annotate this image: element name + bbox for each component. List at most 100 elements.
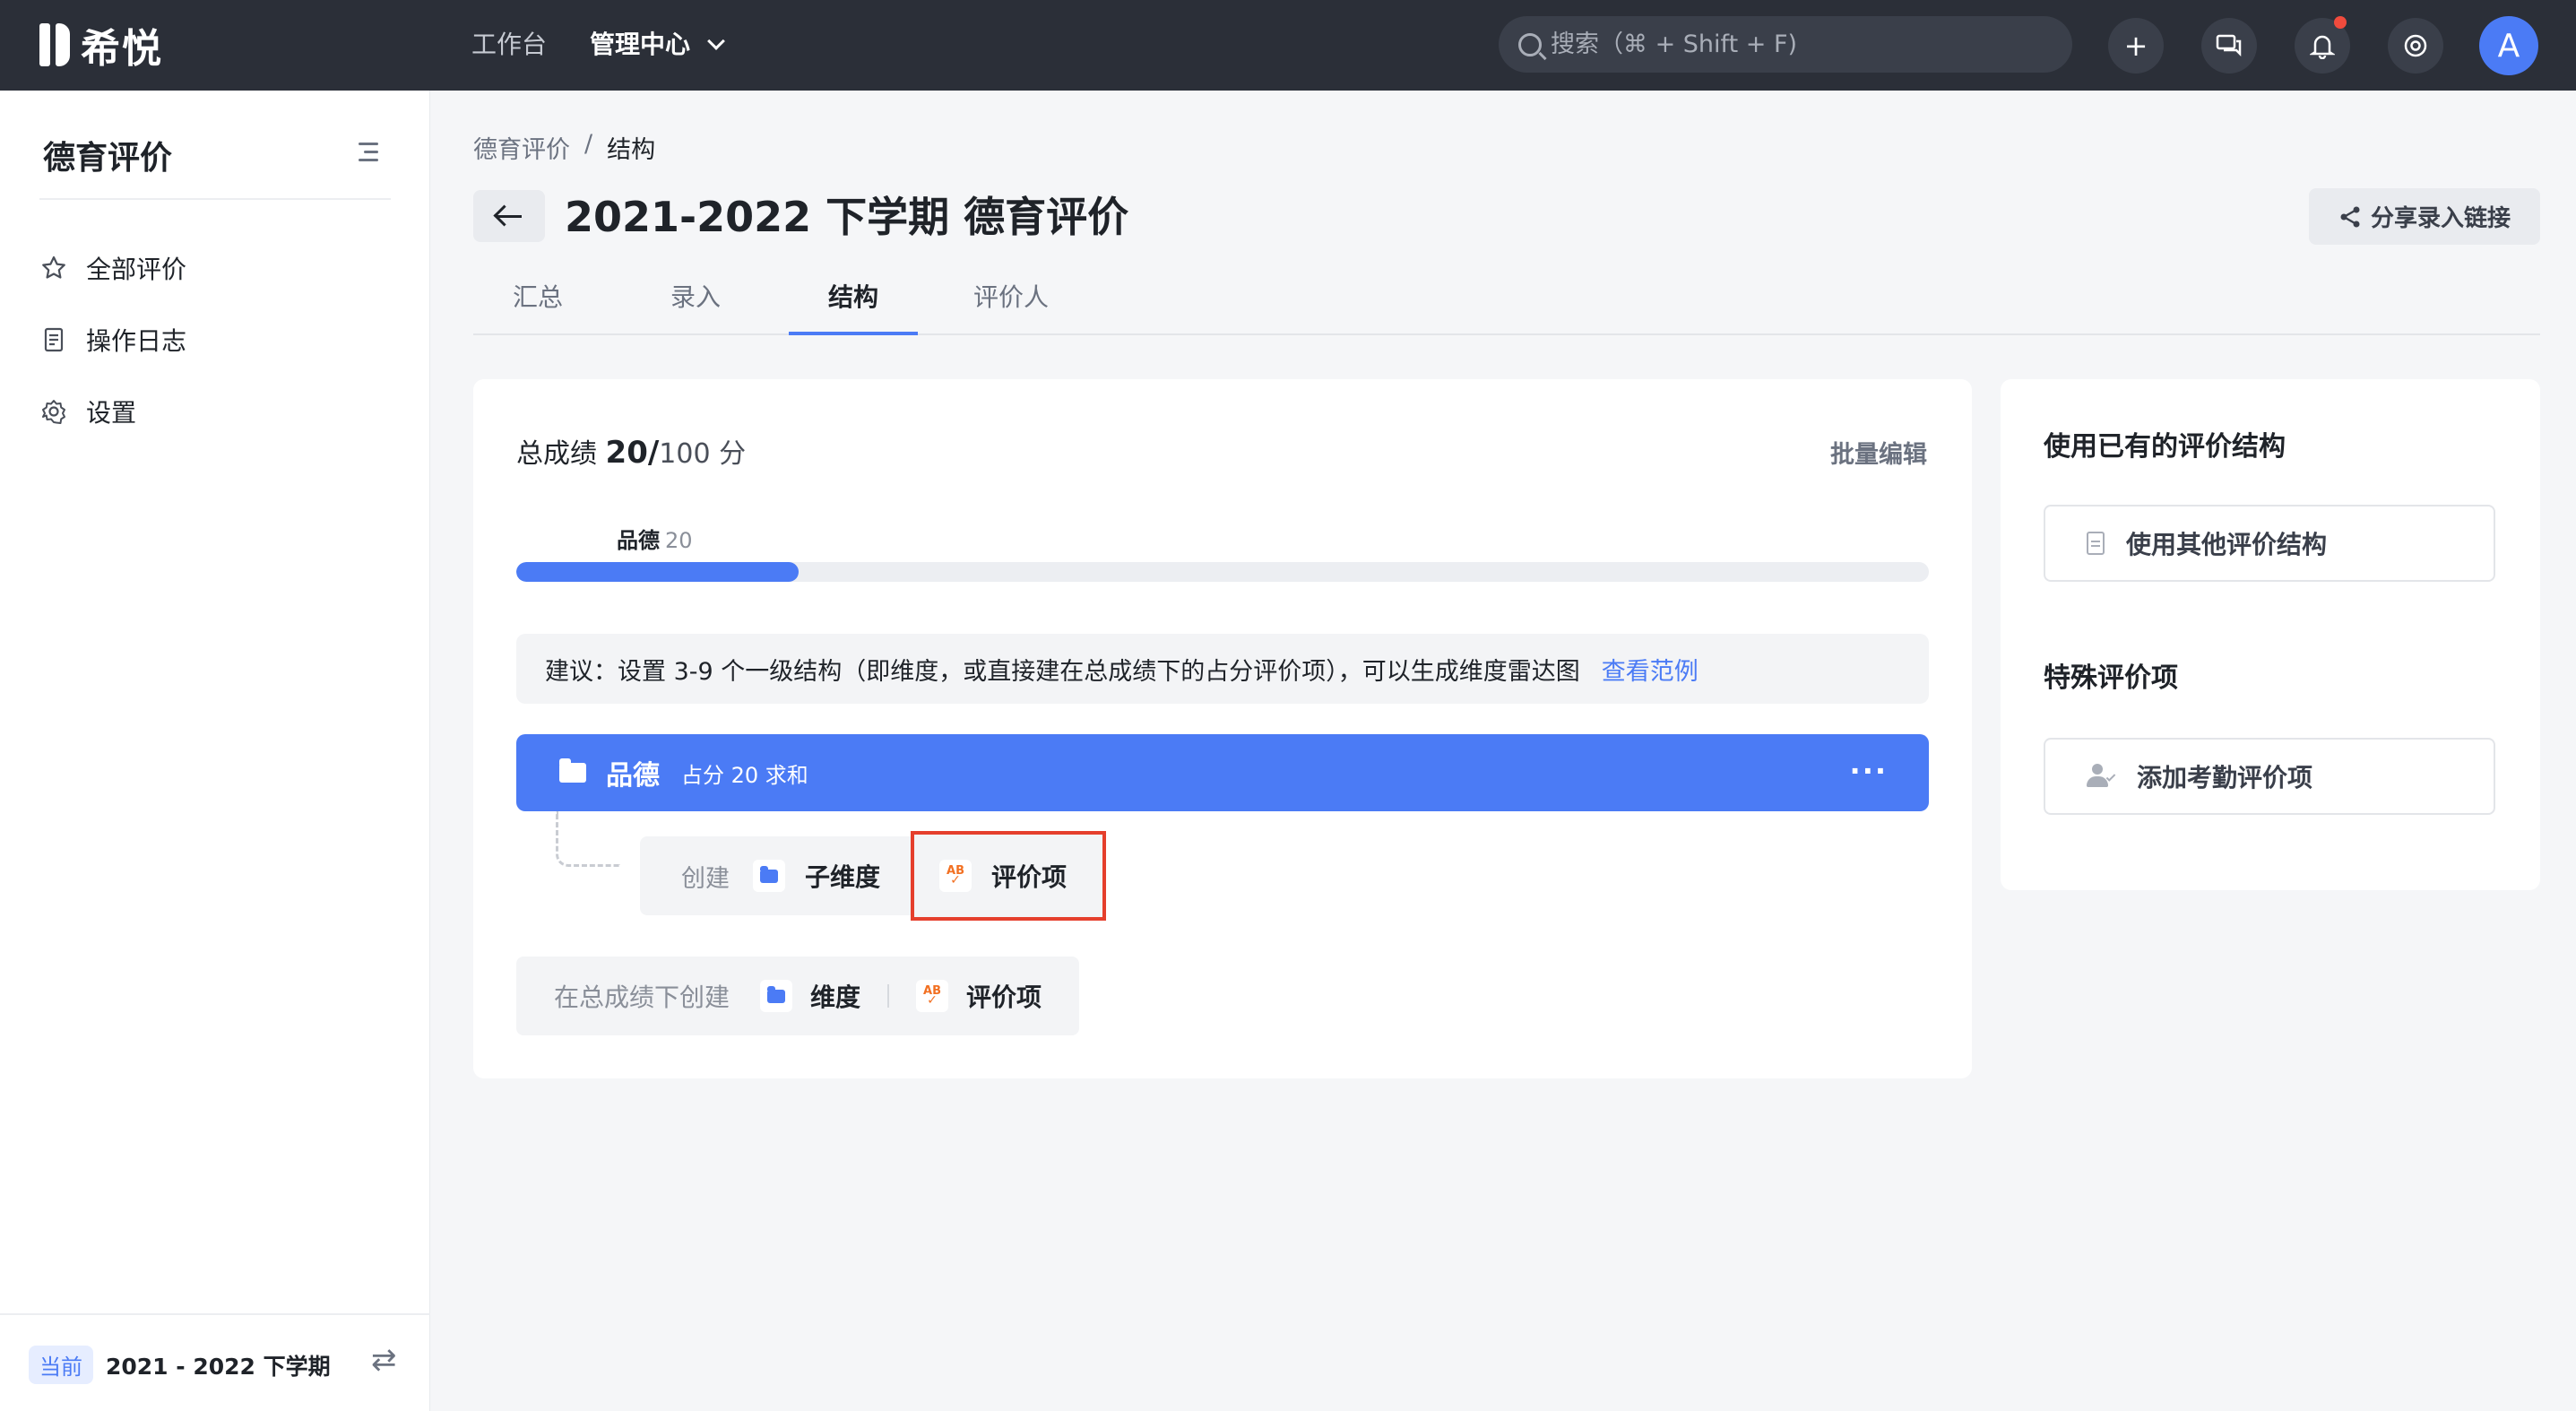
eval-item-label: 评价项 xyxy=(991,862,1068,892)
gear-icon xyxy=(39,397,68,426)
switch-term-icon[interactable]: ⇄ xyxy=(371,1342,397,1378)
top-bar: 希悦 工作台 管理中心 + A xyxy=(0,0,2576,91)
tree-connector xyxy=(556,811,620,867)
search-icon xyxy=(1518,32,1542,56)
messages-button[interactable] xyxy=(2201,18,2257,74)
special-items-title: 特殊评价项 xyxy=(2044,662,2178,694)
view-example-link[interactable]: 查看范例 xyxy=(1602,652,1699,687)
star-icon xyxy=(39,254,68,282)
lifebuoy-icon xyxy=(2404,34,2427,57)
root-create-label: 在总成绩下创建 xyxy=(554,983,730,1012)
breadcrumb-current: 结构 xyxy=(607,136,656,164)
sidebar-title: 德育评价 xyxy=(43,140,173,177)
create-eval-item-button[interactable]: AB ✓ 评价项 xyxy=(911,831,1107,921)
child-create-group: 创建 子维度 AB ✓ 评价项 xyxy=(640,831,1107,921)
current-term: 当前 2021 - 2022 下学期 xyxy=(29,1346,331,1384)
folder-icon xyxy=(753,860,785,892)
tab-evaluators[interactable]: 评价人 xyxy=(973,278,1049,314)
dimension-name: 品德 xyxy=(606,760,660,792)
logo-text: 希悦 xyxy=(81,26,163,72)
create-dimension-button[interactable]: 维度 xyxy=(760,978,860,1014)
share-icon xyxy=(2340,206,2360,227)
plus-icon: + xyxy=(2123,29,2148,63)
tab-structure[interactable]: 结构 xyxy=(828,278,878,314)
logo-mark-icon xyxy=(39,23,70,66)
create-label: 创建 xyxy=(681,864,730,893)
sidebar-item-label: 全部评价 xyxy=(86,255,187,284)
separator xyxy=(887,984,890,1008)
create-root-eval-item-button[interactable]: AB ✓ 评价项 xyxy=(916,978,1042,1014)
total-score-max: 100 分 xyxy=(659,438,747,470)
document-icon xyxy=(2087,532,2105,555)
sidebar: 德育评价 全部评价 操作日志 设置 当前 2021 - 2022 下学期 ⇄ xyxy=(0,91,430,1411)
help-button[interactable] xyxy=(2388,18,2443,74)
arrow-left-icon xyxy=(497,214,522,218)
nav-admin-center-label: 管理中心 xyxy=(590,30,691,59)
avatar[interactable]: A xyxy=(2479,16,2538,75)
sidebar-footer-divider xyxy=(0,1313,430,1315)
ab-check-icon: AB ✓ xyxy=(916,980,949,1012)
chat-icon xyxy=(2216,34,2242,57)
add-attendance-label: 添加考勤评价项 xyxy=(2137,763,2313,792)
score-progress-bar xyxy=(516,562,1929,582)
total-score-label: 总成绩 xyxy=(516,438,597,470)
nav-admin-center[interactable]: 管理中心 xyxy=(590,27,725,63)
root-create-group: 在总成绩下创建 维度 AB ✓ 评价项 xyxy=(516,957,1080,1035)
breadcrumb-moral-eval[interactable]: 德育评价 xyxy=(473,130,570,165)
batch-edit-button[interactable]: 批量编辑 xyxy=(1830,435,1927,470)
more-options-icon[interactable]: ··· xyxy=(1850,754,1888,788)
segment-name: 品德 xyxy=(617,528,660,553)
structure-card: 总成绩 20/100 分 批量编辑 品德 20 建议：设置 3-9 个一级结构（即… xyxy=(473,379,1972,1078)
sidebar-item-operation-log[interactable]: 操作日志 xyxy=(39,322,186,358)
search-input[interactable] xyxy=(1549,30,2051,59)
page-title: 2021-2022 下学期 德育评价 xyxy=(565,193,1129,241)
total-score-value: 20/ xyxy=(605,435,660,471)
log-icon xyxy=(39,325,68,354)
use-other-structure-label: 使用其他评价结构 xyxy=(2126,530,2328,559)
add-attendance-item-button[interactable]: 添加考勤评价项 xyxy=(2044,738,2495,815)
notifications-button[interactable] xyxy=(2295,16,2350,74)
tab-summary[interactable]: 汇总 xyxy=(513,278,563,314)
sidebar-item-label: 操作日志 xyxy=(86,326,187,356)
suggestion-tip: 建议：设置 3-9 个一级结构（即维度，或直接建在总成绩下的占分评价项），可以生… xyxy=(516,634,1929,704)
dimension-subtitle: 占分 20 求和 xyxy=(681,762,808,788)
right-panel: 使用已有的评价结构 使用其他评价结构 特殊评价项 添加考勤评价项 xyxy=(2001,379,2540,890)
create-sub-dimension-button[interactable]: 子维度 xyxy=(753,858,911,894)
search-box[interactable] xyxy=(1499,16,2072,73)
root-eval-item-label: 评价项 xyxy=(966,983,1042,1012)
folder-icon xyxy=(760,980,793,1012)
sidebar-item-all-evaluations[interactable]: 全部评价 xyxy=(39,250,186,286)
add-button[interactable]: + xyxy=(2108,18,2164,74)
use-other-structure-button[interactable]: 使用其他评价结构 xyxy=(2044,505,2495,582)
breadcrumb: 德育评价 / 结构 xyxy=(473,130,655,165)
existing-structure-title: 使用已有的评价结构 xyxy=(2044,431,2286,463)
folder-icon xyxy=(559,758,586,783)
back-button[interactable] xyxy=(473,190,545,242)
suggestion-text: 建议：设置 3-9 个一级结构（即维度，或直接建在总成绩下的占分评价项），可以生… xyxy=(545,657,1580,686)
dimension-row[interactable]: 品德 占分 20 求和 ··· xyxy=(516,734,1929,811)
segment-label: 品德 20 xyxy=(617,523,693,554)
collapse-sidebar-icon[interactable] xyxy=(355,143,378,162)
nav-workbench[interactable]: 工作台 xyxy=(471,27,547,63)
notification-dot xyxy=(2334,16,2347,29)
dimension-label: 维度 xyxy=(810,983,861,1012)
current-term-label: 2021 - 2022 下学期 xyxy=(106,1353,331,1380)
share-label: 分享录入链接 xyxy=(2370,205,2511,232)
segment-value: 20 xyxy=(665,528,693,553)
share-entry-link-button[interactable]: 分享录入链接 xyxy=(2309,188,2540,245)
app-logo[interactable]: 希悦 xyxy=(39,20,163,72)
tab-entry[interactable]: 录入 xyxy=(670,278,721,314)
sub-dimension-label: 子维度 xyxy=(805,862,881,892)
active-tab-indicator xyxy=(789,332,918,335)
ab-check-icon: AB ✓ xyxy=(939,860,972,892)
tab-bar: 汇总 录入 结构 评价人 xyxy=(473,269,2540,335)
total-score: 总成绩 20/100 分 xyxy=(516,431,746,471)
chevron-down-icon xyxy=(707,32,725,50)
sidebar-item-label: 设置 xyxy=(86,398,137,428)
breadcrumb-separator: / xyxy=(584,130,593,158)
sidebar-divider xyxy=(39,198,391,200)
user-check-icon xyxy=(2087,764,2116,789)
score-progress-fill xyxy=(516,562,800,582)
sidebar-item-settings[interactable]: 设置 xyxy=(39,394,136,429)
bell-icon xyxy=(2310,35,2335,59)
